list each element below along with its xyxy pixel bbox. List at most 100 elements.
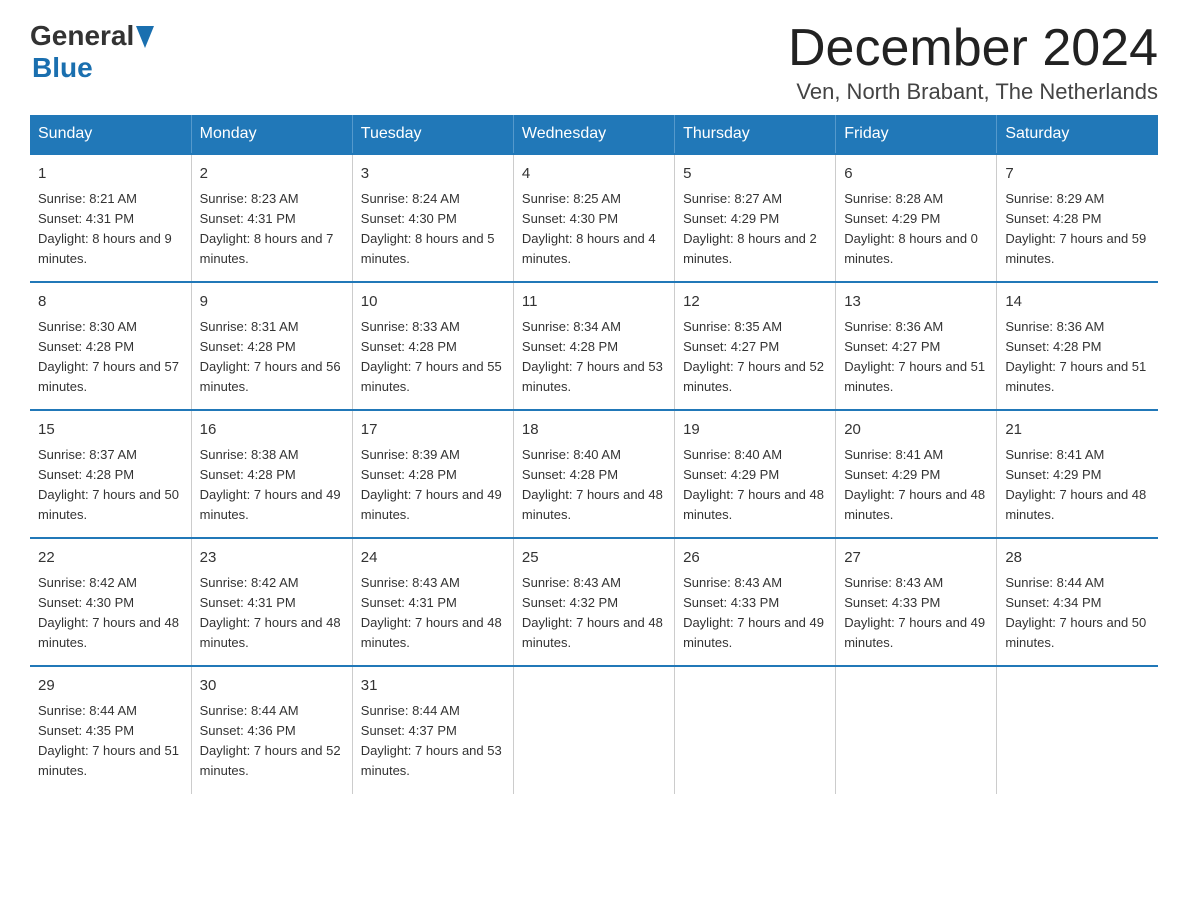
- day-number: 23: [200, 547, 344, 570]
- calendar-cell: 25 Sunrise: 8:43 AMSunset: 4:32 PMDayligh…: [513, 538, 674, 666]
- calendar-cell: 19 Sunrise: 8:40 AMSunset: 4:29 PMDayligh…: [675, 410, 836, 538]
- calendar-cell: 17 Sunrise: 8:39 AMSunset: 4:28 PMDayligh…: [352, 410, 513, 538]
- calendar-header-wednesday: Wednesday: [513, 115, 674, 154]
- day-info: Sunrise: 8:36 AMSunset: 4:28 PMDaylight:…: [1005, 317, 1150, 398]
- day-info: Sunrise: 8:31 AMSunset: 4:28 PMDaylight:…: [200, 317, 344, 398]
- calendar-cell: 8 Sunrise: 8:30 AMSunset: 4:28 PMDaylight…: [30, 282, 191, 410]
- calendar-cell: [836, 666, 997, 793]
- calendar-cell: 14 Sunrise: 8:36 AMSunset: 4:28 PMDayligh…: [997, 282, 1158, 410]
- calendar-header-thursday: Thursday: [675, 115, 836, 154]
- day-number: 4: [522, 163, 666, 186]
- calendar-cell: 24Sunrise: 8:43 AMSunset: 4:31 PMDayligh…: [352, 538, 513, 666]
- day-number: 18: [522, 419, 666, 442]
- day-number: 29: [38, 675, 183, 698]
- day-number: 9: [200, 291, 344, 314]
- day-number: 7: [1005, 163, 1150, 186]
- day-info: Sunrise: 8:28 AMSunset: 4:29 PMDaylight:…: [844, 189, 988, 270]
- calendar-cell: [997, 666, 1158, 793]
- day-info: Sunrise: 8:30 AMSunset: 4:28 PMDaylight:…: [38, 317, 183, 398]
- calendar-cell: 26 Sunrise: 8:43 AMSunset: 4:33 PMDayligh…: [675, 538, 836, 666]
- calendar-cell: 20 Sunrise: 8:41 AMSunset: 4:29 PMDayligh…: [836, 410, 997, 538]
- calendar-cell: 12 Sunrise: 8:35 AMSunset: 4:27 PMDayligh…: [675, 282, 836, 410]
- day-number: 21: [1005, 419, 1150, 442]
- day-info: Sunrise: 8:41 AMSunset: 4:29 PMDaylight:…: [844, 445, 988, 526]
- day-number: 11: [522, 291, 666, 314]
- calendar-header-saturday: Saturday: [997, 115, 1158, 154]
- calendar-cell: 9 Sunrise: 8:31 AMSunset: 4:28 PMDaylight…: [191, 282, 352, 410]
- day-number: 14: [1005, 291, 1150, 314]
- day-number: 26: [683, 547, 827, 570]
- day-number: 10: [361, 291, 505, 314]
- calendar-cell: 11 Sunrise: 8:34 AMSunset: 4:28 PMDayligh…: [513, 282, 674, 410]
- day-number: 19: [683, 419, 827, 442]
- day-number: 15: [38, 419, 183, 442]
- day-number: 27: [844, 547, 988, 570]
- calendar-cell: 5Sunrise: 8:27 AMSunset: 4:29 PMDaylight…: [675, 154, 836, 282]
- calendar-cell: [675, 666, 836, 793]
- calendar-week-1: 1 Sunrise: 8:21 AMSunset: 4:31 PMDaylight…: [30, 154, 1158, 282]
- calendar-cell: 2Sunrise: 8:23 AMSunset: 4:31 PMDaylight…: [191, 154, 352, 282]
- day-number: 16: [200, 419, 344, 442]
- day-number: 1: [38, 163, 183, 186]
- calendar-header-monday: Monday: [191, 115, 352, 154]
- calendar-cell: 27 Sunrise: 8:43 AMSunset: 4:33 PMDayligh…: [836, 538, 997, 666]
- calendar-week-4: 22Sunrise: 8:42 AMSunset: 4:30 PMDayligh…: [30, 538, 1158, 666]
- calendar-cell: 23 Sunrise: 8:42 AMSunset: 4:31 PMDayligh…: [191, 538, 352, 666]
- day-info: Sunrise: 8:44 AMSunset: 4:37 PMDaylight:…: [361, 701, 505, 782]
- calendar-cell: 30Sunrise: 8:44 AMSunset: 4:36 PMDayligh…: [191, 666, 352, 793]
- calendar-cell: 6 Sunrise: 8:28 AMSunset: 4:29 PMDaylight…: [836, 154, 997, 282]
- month-title: December 2024: [788, 20, 1158, 77]
- calendar-cell: 1 Sunrise: 8:21 AMSunset: 4:31 PMDaylight…: [30, 154, 191, 282]
- day-info: Sunrise: 8:42 AMSunset: 4:31 PMDaylight:…: [200, 573, 344, 654]
- calendar-body: 1 Sunrise: 8:21 AMSunset: 4:31 PMDaylight…: [30, 154, 1158, 793]
- page-header: General Blue December 2024 Ven, North Br…: [30, 20, 1158, 105]
- logo-triangle-icon: [136, 26, 154, 48]
- day-info: Sunrise: 8:24 AMSunset: 4:30 PMDaylight:…: [361, 189, 505, 270]
- day-info: Sunrise: 8:36 AMSunset: 4:27 PMDaylight:…: [844, 317, 988, 398]
- calendar-cell: 13 Sunrise: 8:36 AMSunset: 4:27 PMDayligh…: [836, 282, 997, 410]
- day-info: Sunrise: 8:35 AMSunset: 4:27 PMDaylight:…: [683, 317, 827, 398]
- calendar-cell: 29Sunrise: 8:44 AMSunset: 4:35 PMDayligh…: [30, 666, 191, 793]
- day-info: Sunrise: 8:40 AMSunset: 4:28 PMDaylight:…: [522, 445, 666, 526]
- calendar-header-sunday: Sunday: [30, 115, 191, 154]
- day-number: 28: [1005, 547, 1150, 570]
- day-info: Sunrise: 8:21 AMSunset: 4:31 PMDaylight:…: [38, 189, 183, 270]
- day-number: 5: [683, 163, 827, 186]
- day-number: 13: [844, 291, 988, 314]
- calendar-header-tuesday: Tuesday: [352, 115, 513, 154]
- day-number: 20: [844, 419, 988, 442]
- day-number: 6: [844, 163, 988, 186]
- day-info: Sunrise: 8:29 AMSunset: 4:28 PMDaylight:…: [1005, 189, 1150, 270]
- calendar-header-friday: Friday: [836, 115, 997, 154]
- calendar-cell: 18 Sunrise: 8:40 AMSunset: 4:28 PMDayligh…: [513, 410, 674, 538]
- day-number: 17: [361, 419, 505, 442]
- calendar-cell: 21 Sunrise: 8:41 AMSunset: 4:29 PMDayligh…: [997, 410, 1158, 538]
- calendar-cell: 10Sunrise: 8:33 AMSunset: 4:28 PMDayligh…: [352, 282, 513, 410]
- logo-general: General: [30, 20, 134, 52]
- day-info: Sunrise: 8:43 AMSunset: 4:32 PMDaylight:…: [522, 573, 666, 654]
- logo-blue: Blue: [32, 52, 154, 84]
- calendar-cell: [513, 666, 674, 793]
- day-info: Sunrise: 8:43 AMSunset: 4:33 PMDaylight:…: [683, 573, 827, 654]
- day-info: Sunrise: 8:34 AMSunset: 4:28 PMDaylight:…: [522, 317, 666, 398]
- day-info: Sunrise: 8:43 AMSunset: 4:31 PMDaylight:…: [361, 573, 505, 654]
- day-info: Sunrise: 8:43 AMSunset: 4:33 PMDaylight:…: [844, 573, 988, 654]
- day-number: 25: [522, 547, 666, 570]
- location-subtitle: Ven, North Brabant, The Netherlands: [788, 79, 1158, 105]
- calendar-cell: 22Sunrise: 8:42 AMSunset: 4:30 PMDayligh…: [30, 538, 191, 666]
- day-info: Sunrise: 8:38 AMSunset: 4:28 PMDaylight:…: [200, 445, 344, 526]
- day-number: 12: [683, 291, 827, 314]
- day-info: Sunrise: 8:44 AMSunset: 4:36 PMDaylight:…: [200, 701, 344, 782]
- logo: General Blue: [30, 20, 154, 84]
- calendar-cell: 28 Sunrise: 8:44 AMSunset: 4:34 PMDayligh…: [997, 538, 1158, 666]
- day-number: 8: [38, 291, 183, 314]
- day-number: 31: [361, 675, 505, 698]
- day-info: Sunrise: 8:44 AMSunset: 4:34 PMDaylight:…: [1005, 573, 1150, 654]
- calendar-cell: 4 Sunrise: 8:25 AMSunset: 4:30 PMDaylight…: [513, 154, 674, 282]
- day-info: Sunrise: 8:41 AMSunset: 4:29 PMDaylight:…: [1005, 445, 1150, 526]
- title-section: December 2024 Ven, North Brabant, The Ne…: [788, 20, 1158, 105]
- day-info: Sunrise: 8:39 AMSunset: 4:28 PMDaylight:…: [361, 445, 505, 526]
- day-info: Sunrise: 8:40 AMSunset: 4:29 PMDaylight:…: [683, 445, 827, 526]
- day-info: Sunrise: 8:37 AMSunset: 4:28 PMDaylight:…: [38, 445, 183, 526]
- day-info: Sunrise: 8:25 AMSunset: 4:30 PMDaylight:…: [522, 189, 666, 270]
